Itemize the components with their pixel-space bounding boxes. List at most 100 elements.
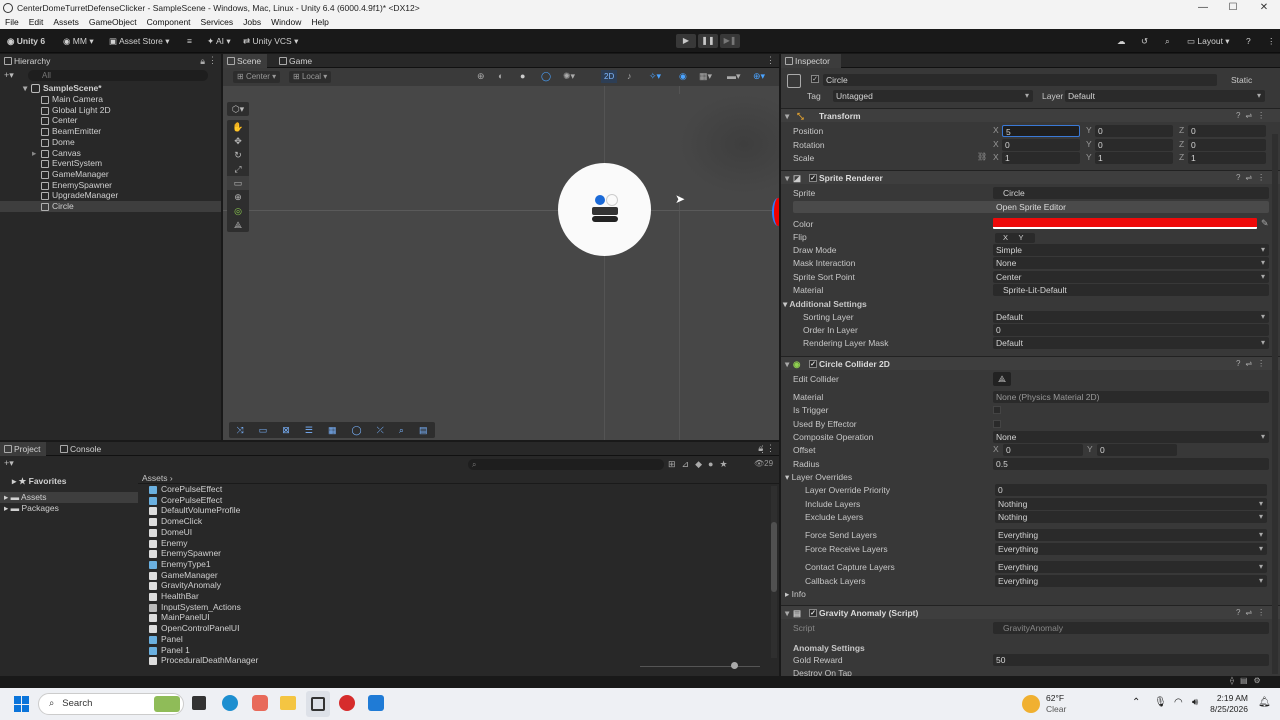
asset-item[interactable]: OpenControlPanelUI [149, 623, 239, 634]
history-icon[interactable]: ↺ [1138, 34, 1151, 48]
scene-root[interactable]: ▾ SampleScene* [0, 83, 221, 94]
scroll-thumb[interactable] [771, 522, 777, 592]
composite-dropdown[interactable]: None [993, 431, 1269, 443]
hierarchy-item[interactable]: ▸ Canvas [0, 148, 221, 159]
maximize-button[interactable]: ☐ [1218, 0, 1248, 15]
menu-icon[interactable]: ≡ [184, 34, 195, 48]
project-search-input[interactable]: ⌕ [468, 459, 664, 470]
windows-start-icon[interactable] [14, 696, 30, 712]
gold-reward-input[interactable]: 50 [993, 654, 1269, 666]
rotation-x-axis-label[interactable]: X [993, 139, 999, 149]
tab-project[interactable]: Project [0, 442, 47, 456]
info-foldout[interactable]: ▸ Info [785, 588, 806, 600]
unity-account-button[interactable]: ◉ Unity 6 [4, 34, 48, 48]
asset-item[interactable]: GameManager [149, 570, 218, 581]
position-z-axis-label[interactable]: Z [1179, 125, 1184, 135]
tool-i-icon[interactable]: ▤ [419, 425, 428, 436]
hierarchy-item[interactable]: GameManager [0, 169, 221, 180]
menu-gameobject[interactable]: GameObject [84, 17, 142, 27]
unity-hub-icon[interactable] [306, 691, 330, 717]
gizmo-icon[interactable]: ⊕ [477, 71, 485, 82]
scale-x-axis-label[interactable]: X [993, 152, 999, 162]
scale-y-axis-label[interactable]: Y [1086, 152, 1092, 162]
flip-y[interactable]: Y [1018, 233, 1023, 242]
rotation-z-axis-label[interactable]: Z [1179, 139, 1184, 149]
position-z-input[interactable]: 0 [1188, 125, 1266, 137]
collider-enabled[interactable]: ✓ [809, 360, 817, 368]
chrome-icon[interactable] [339, 695, 355, 711]
asset-item[interactable]: Panel [149, 634, 183, 645]
show-hidden-icon[interactable]: ⌃ [1132, 697, 1140, 708]
link-icon[interactable]: ⛓ [977, 152, 987, 161]
menu-file[interactable]: File [0, 17, 24, 27]
force-send-layers-dropdown[interactable]: Everything [995, 529, 1267, 541]
hierarchy-item[interactable]: Center [0, 115, 221, 126]
hand-tool-icon[interactable]: ✋ [227, 120, 249, 134]
tool-a-icon[interactable]: ⤨ [237, 425, 244, 436]
lock-icon[interactable]: 🔒︎ [200, 56, 205, 67]
is-trigger-checkbox[interactable] [993, 406, 1001, 414]
contact-capture-layers-dropdown[interactable]: Everything [995, 561, 1267, 573]
search-icon[interactable]: ⌕ [1162, 34, 1173, 48]
tool-b-icon[interactable]: ▭ [259, 425, 268, 436]
rotate-tool-icon[interactable]: ↻ [227, 148, 249, 162]
scene-more-icon[interactable]: ⋮ [766, 55, 775, 66]
hierarchy-item[interactable]: Global Light 2D [0, 105, 221, 116]
menu-edit[interactable]: Edit [24, 17, 49, 27]
callback-layers-dropdown[interactable]: Everything [995, 575, 1267, 587]
favorites-item[interactable]: ▸ ★ Favorites [12, 476, 66, 487]
radius-input[interactable]: 0.5 [993, 458, 1269, 470]
asset-item[interactable]: GravityAnomaly [149, 580, 221, 591]
tag-dropdown[interactable]: Untagged [833, 90, 1033, 102]
cloud-icon[interactable]: ☁ [1114, 34, 1129, 48]
sorting-layer-dropdown[interactable]: Default [993, 311, 1269, 323]
rendering-layer-mask-dropdown[interactable]: Default [993, 337, 1269, 349]
search-highlight-icon[interactable] [154, 696, 180, 712]
asset-item[interactable]: MainPanelUI [149, 612, 210, 623]
rect-tool-icon[interactable]: ▭ [227, 176, 249, 190]
tool-h-icon[interactable]: ⌕ [399, 425, 404, 436]
collider-tool-icon[interactable]: ◎ [227, 204, 249, 218]
asset-item[interactable]: HealthBar [149, 591, 199, 602]
gravity-anomaly-header[interactable]: ▾ ▤ ✓ Gravity Anomaly (Script) ?⇌⋮ [781, 605, 1280, 619]
volume-icon[interactable]: 🔊︎ [1192, 697, 1198, 708]
hierarchy-search-input[interactable]: All [28, 70, 208, 81]
hierarchy-item[interactable]: EnemySpawner [0, 180, 221, 191]
hierarchy-item[interactable]: Circle [0, 201, 221, 212]
rotation-y-axis-label[interactable]: Y [1086, 139, 1092, 149]
rotation-y-input[interactable]: 0 [1095, 139, 1173, 151]
tool-e-icon[interactable]: ▦ [328, 425, 337, 436]
space-dropdown[interactable]: ⊞ Local ▾ [289, 71, 332, 83]
notifications-icon[interactable]: 🔔︎ [1258, 697, 1271, 708]
rotation-x-input[interactable]: 0 [1002, 139, 1080, 151]
zoom-slider-thumb[interactable] [731, 662, 738, 669]
hierarchy-item[interactable]: Dome [0, 137, 221, 148]
menu-window[interactable]: Window [266, 17, 306, 27]
project-breadcrumb[interactable]: Assets › [138, 473, 779, 484]
status-icons[interactable]: ⟠▤⚙ [1230, 676, 1267, 685]
mode-2d-button[interactable]: 2D [601, 70, 618, 83]
menu-services[interactable]: Services [196, 17, 239, 27]
circle-collider-header[interactable]: ▾ ◉ ✓ Circle Collider 2D ?⇌⋮ [781, 356, 1280, 370]
filter-icons[interactable]: ⊞⊿◆●★ [668, 459, 734, 470]
include-layers-dropdown[interactable]: Nothing [995, 498, 1267, 510]
transform-header[interactable]: ▾ ⤡ Transform ?⇌⋮ [781, 108, 1280, 122]
sprite-field[interactable]: Circle [993, 187, 1269, 199]
move-tool-icon[interactable]: ✥ [227, 134, 249, 148]
open-sprite-editor-button[interactable]: Open Sprite Editor [793, 201, 1269, 213]
camera-icon[interactable]: ▬▾ [727, 71, 741, 82]
tab-scene[interactable]: Scene [223, 54, 268, 68]
step-button[interactable]: ▶❚ [720, 34, 740, 48]
offset-x-input[interactable]: 0 [1003, 444, 1083, 456]
sprite-sort-point-dropdown[interactable]: Center [993, 271, 1269, 283]
project-scrollbar[interactable] [771, 486, 777, 658]
help-icon[interactable]: ? [1243, 34, 1254, 48]
asset-item[interactable]: InputSystem_Actions [149, 602, 241, 613]
order-in-layer-field[interactable]: 0 [993, 324, 1269, 336]
mic-icon[interactable]: 🎙︎ [1154, 697, 1167, 708]
wifi-icon[interactable]: ◠ [1174, 697, 1183, 708]
gizmos-icon[interactable]: ⊕▾ [753, 71, 765, 82]
sphere-icon[interactable]: ● [520, 71, 525, 81]
force-receive-layers-dropdown[interactable]: Everything [995, 543, 1267, 555]
asset-item[interactable]: Panel 1 [149, 645, 190, 656]
